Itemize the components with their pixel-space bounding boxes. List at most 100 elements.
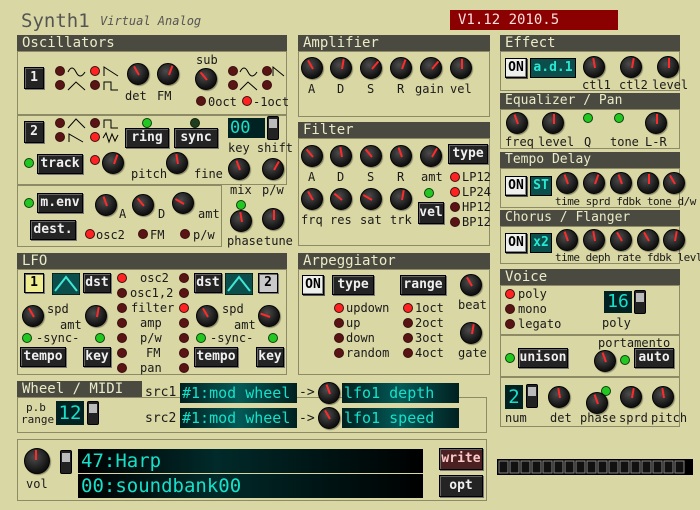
unison-button[interactable]: unison <box>518 348 568 368</box>
amp-gain-knob[interactable] <box>420 57 442 79</box>
filter-s-knob[interactable] <box>360 145 382 167</box>
amp-s-knob[interactable] <box>360 57 382 79</box>
lfo2-dest-pw-led[interactable] <box>179 333 189 343</box>
voice-poly-led[interactable] <box>505 289 515 299</box>
filter-r-knob[interactable] <box>390 145 412 167</box>
lfo2-dest-pan-led[interactable] <box>179 363 189 373</box>
arp-gate-knob[interactable] <box>460 322 482 344</box>
write-button[interactable]: write <box>439 448 483 470</box>
delay-dw-knob[interactable] <box>663 172 685 194</box>
chorus-type-button[interactable]: x2 <box>530 233 552 253</box>
osc1-wave-tri-led[interactable] <box>55 80 65 90</box>
lfo1-button[interactable]: 1 <box>24 273 44 293</box>
src2-select[interactable]: #1:mod wheel <box>180 408 297 428</box>
tune-knob[interactable] <box>262 208 284 230</box>
lfo2-spd-knob[interactable] <box>196 305 218 327</box>
arp-range-2oct-led[interactable] <box>403 318 413 328</box>
lfo2-amt-knob[interactable] <box>258 305 280 327</box>
menv-button[interactable]: m.env <box>37 193 83 213</box>
portamento-knob[interactable] <box>594 350 616 372</box>
osc1-wave-sine-led[interactable] <box>55 66 65 76</box>
voice-mono-led[interactable] <box>505 304 515 314</box>
dest-pw-led[interactable] <box>180 229 190 239</box>
filter-lp12-led[interactable] <box>450 172 460 182</box>
src1-select[interactable]: #1:mod wheel <box>180 383 297 403</box>
arp-range-1oct-led[interactable] <box>403 303 413 313</box>
dest-osc2-led[interactable] <box>85 229 95 239</box>
arp-beat-knob[interactable] <box>460 274 482 296</box>
filter-amt-knob[interactable] <box>420 145 442 167</box>
arp-range-3oct-led[interactable] <box>403 333 413 343</box>
filter-frq-knob[interactable] <box>301 188 323 210</box>
osc1-fm-knob[interactable] <box>157 63 179 85</box>
portamento-auto-button[interactable]: auto <box>634 348 674 368</box>
unison-det-knob[interactable] <box>548 386 570 408</box>
osc2-wave-square-led[interactable] <box>90 118 100 128</box>
unison-sprd-knob[interactable] <box>620 386 642 408</box>
eq-freq-knob[interactable] <box>506 112 528 134</box>
filter-hp12-led[interactable] <box>450 202 460 212</box>
filter-lp24-led[interactable] <box>450 187 460 197</box>
lfo1-tempo-button[interactable]: tempo <box>20 347 66 367</box>
filter-sat-knob[interactable] <box>360 188 382 210</box>
arp-type-updown-led[interactable] <box>334 303 344 313</box>
dest-fm-led[interactable] <box>138 229 148 239</box>
sub-knob[interactable] <box>195 68 217 90</box>
arp-on-button[interactable]: ON <box>302 275 324 295</box>
lfo2-dest-filter-led[interactable] <box>179 303 189 313</box>
opt-button[interactable]: opt <box>439 475 483 497</box>
lfo2-dest-fm-led[interactable] <box>179 348 189 358</box>
lfo1-dest-fm-led[interactable] <box>117 348 127 358</box>
filter-bp12-led[interactable] <box>450 217 460 227</box>
phase-knob[interactable] <box>230 210 252 232</box>
chorus-deph-knob[interactable] <box>583 229 605 251</box>
lfo1-amt-knob[interactable] <box>85 305 107 327</box>
lfo2-wave-icon[interactable] <box>225 273 253 295</box>
lfo2-tempo-button[interactable]: tempo <box>194 347 238 367</box>
bank-name-display[interactable]: 00:soundbank00 <box>78 474 423 498</box>
sub-wave-tri-led[interactable] <box>228 80 238 90</box>
osc1-button[interactable]: 1 <box>24 67 44 89</box>
sub-m1oct-led[interactable] <box>242 96 252 106</box>
amp-a-knob[interactable] <box>301 57 323 79</box>
lfo1-key-button[interactable]: key <box>83 347 111 367</box>
eq-lr-knob[interactable] <box>645 112 667 134</box>
eq-level-knob[interactable] <box>542 112 564 134</box>
sub-wave-square-led[interactable] <box>262 80 272 90</box>
delay-sprd-knob[interactable] <box>583 172 605 194</box>
pitch-bend-range-stepper[interactable] <box>87 401 99 425</box>
effect-level-knob[interactable] <box>657 56 679 78</box>
filter-a-knob[interactable] <box>301 145 323 167</box>
effect-ctl1-knob[interactable] <box>583 56 605 78</box>
menv-d-knob[interactable] <box>132 194 154 216</box>
lfo2-key-button[interactable]: key <box>256 347 284 367</box>
lfo1-dest-amp-led[interactable] <box>117 318 127 328</box>
chorus-fdbk-knob[interactable] <box>637 229 659 251</box>
lfo1-dest-osc12-led[interactable] <box>117 288 127 298</box>
sub-wave-saw-led[interactable] <box>262 66 272 76</box>
lfo2-button[interactable]: 2 <box>258 273 278 293</box>
key-shift-stepper[interactable] <box>267 116 279 140</box>
lfo1-spd-knob[interactable] <box>22 305 44 327</box>
menv-amt-knob[interactable] <box>172 192 194 214</box>
effect-type-button[interactable]: a.d.1 <box>530 58 576 78</box>
amp-d-knob[interactable] <box>330 57 352 79</box>
osc-pw-knob[interactable] <box>262 158 284 180</box>
src1-amount-knob[interactable] <box>318 382 340 404</box>
amp-vel-knob[interactable] <box>450 57 472 79</box>
patch-name-display[interactable]: 47:Harp <box>78 449 423 473</box>
unison-pitch-knob[interactable] <box>652 386 674 408</box>
lfo1-dest-pw-led[interactable] <box>117 333 127 343</box>
lfo1-dest-pan-led[interactable] <box>117 363 127 373</box>
delay-tone-knob[interactable] <box>637 172 659 194</box>
src2-amount-knob[interactable] <box>318 407 340 429</box>
effect-on-button[interactable]: ON <box>505 58 527 78</box>
lfo2-dest-amp-led[interactable] <box>179 318 189 328</box>
unison-num-stepper[interactable] <box>526 384 538 408</box>
osc2-wave-tri-led[interactable] <box>55 132 65 142</box>
arp-type-down-led[interactable] <box>334 333 344 343</box>
osc1-det-knob[interactable] <box>127 63 149 85</box>
chorus-time-knob[interactable] <box>556 229 578 251</box>
dst1-select[interactable]: lfo1 depth <box>342 383 459 403</box>
filter-type-button[interactable]: type <box>448 144 488 164</box>
